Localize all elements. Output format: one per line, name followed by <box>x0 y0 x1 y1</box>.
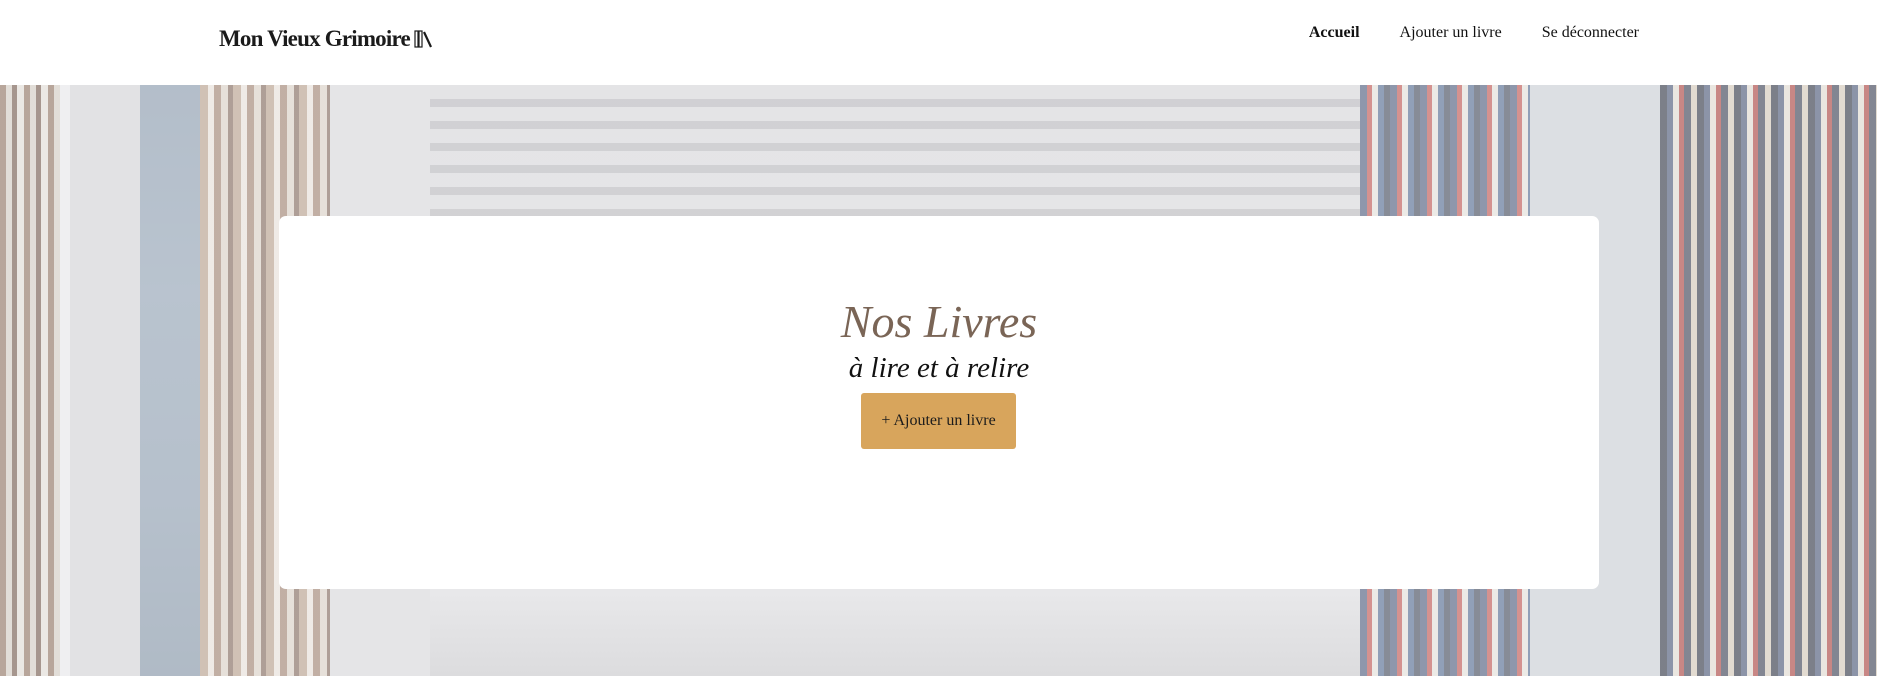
bookshelf-image-part <box>1660 85 1877 676</box>
books-icon <box>414 30 432 48</box>
bookshelf-image-part <box>140 85 200 676</box>
nav-link-logout[interactable]: Se déconnecter <box>1542 24 1639 42</box>
hero-card: Nos Livres à lire et à relire + Ajouter … <box>279 216 1599 589</box>
bookshelf-image-part <box>70 85 140 676</box>
site-header: Mon Vieux Grimoire Accueil Ajouter un li… <box>0 0 1877 85</box>
main-nav: Accueil Ajouter un livre Se déconnecter <box>1309 24 1639 42</box>
nav-link-home[interactable]: Accueil <box>1309 24 1360 42</box>
logo-text: Mon Vieux Grimoire <box>219 26 411 51</box>
bookshelf-image-part <box>0 85 70 676</box>
page-subtitle: à lire et à relire <box>848 352 1030 384</box>
site-logo[interactable]: Mon Vieux Grimoire <box>219 26 434 52</box>
nav-link-add-book[interactable]: Ajouter un livre <box>1400 24 1502 42</box>
add-book-button[interactable]: + Ajouter un livre <box>861 393 1016 449</box>
page-title: Nos Livres <box>840 296 1038 347</box>
